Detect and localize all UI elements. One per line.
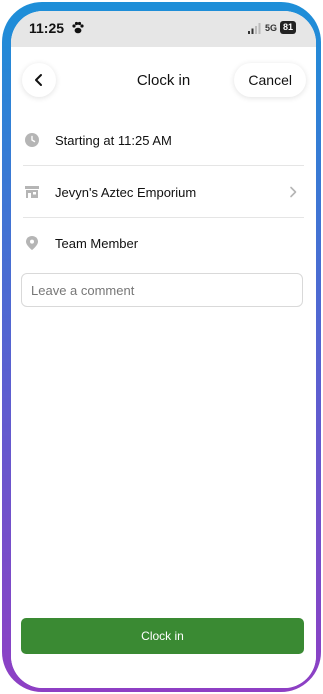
location-text: Jevyn's Aztec Emporium — [55, 184, 197, 200]
status-indicators: 5G 81 — [247, 21, 296, 34]
location-pin-icon — [26, 236, 38, 250]
status-bar: 11:25 5G 81 — [11, 11, 316, 47]
comment-input[interactable] — [21, 273, 303, 307]
chevron-right-icon — [290, 186, 297, 198]
location-row[interactable]: Jevyn's Aztec Emporium — [23, 167, 304, 217]
role-text: Team Member — [55, 235, 139, 251]
clock-in-button[interactable]: Clock in — [21, 618, 304, 654]
clock-icon — [25, 133, 39, 147]
store-icon — [25, 186, 39, 198]
sheet-header: Clock in Cancel — [11, 47, 316, 107]
network-type: 5G — [264, 22, 277, 33]
divider — [23, 165, 304, 166]
status-time: 11:25 — [29, 20, 65, 36]
cancel-button[interactable]: Cancel — [234, 63, 306, 97]
battery-level: 81 — [279, 21, 296, 34]
clock-in-sheet: Clock in Cancel Starting at 11:25 AM Jev… — [11, 47, 316, 688]
phone-screen: 11:25 5G 81 Clock in Cancel Starting at … — [11, 11, 316, 688]
device-frame: 11:25 5G 81 Clock in Cancel Starting at … — [2, 2, 321, 692]
paw-icon — [72, 21, 84, 34]
signal-icon — [247, 22, 261, 34]
start-time-text: Starting at 11:25 AM — [55, 132, 172, 148]
role-row: Team Member — [23, 218, 304, 268]
start-time-row: Starting at 11:25 AM — [23, 115, 304, 165]
